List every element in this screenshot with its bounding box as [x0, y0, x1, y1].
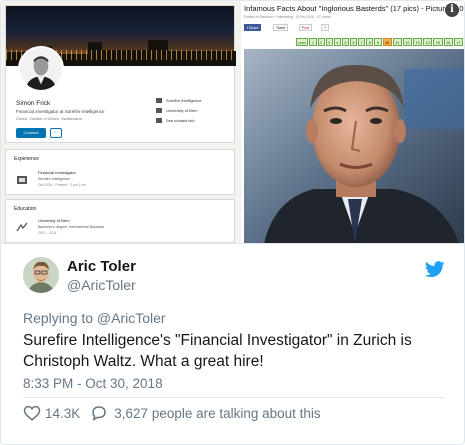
profile-screenshot: Simon Frick Financial Investigator at Su…: [1, 1, 241, 243]
article-screenshot: Infamous Facts About "Inglorious Basterd…: [241, 1, 464, 243]
pager-item: 17: [453, 38, 464, 46]
pager-item: 6: [350, 38, 358, 46]
heart-icon[interactable]: [23, 404, 41, 422]
author-handle[interactable]: @AricToler: [67, 277, 136, 293]
tweet-text: Surefire Intelligence's "Financial Inves…: [23, 332, 412, 370]
pager-item: 2: [317, 38, 325, 46]
pager-item: 14: [423, 38, 433, 46]
author-name[interactable]: Aric Toler: [67, 258, 136, 275]
waltz-photo: [244, 49, 464, 243]
article-title: Infamous Facts About "Inglorious Basterd…: [244, 4, 464, 13]
company-logo-icon: [17, 176, 27, 184]
plus-button: +: [321, 24, 330, 31]
divider: [23, 397, 445, 398]
like-count[interactable]: 14.3K: [45, 406, 80, 421]
pager-item: 12: [402, 38, 412, 46]
conversation-count[interactable]: 3,627 people are talking about this: [114, 406, 320, 421]
side-item-school: University of Bern: [156, 108, 198, 114]
article-meta: Posted in Random + Interesting · 8 Feb 2…: [244, 15, 331, 19]
tweet-card: Simon Frick Financial Investigator at Su…: [0, 0, 465, 445]
pager-item: 1: [309, 38, 317, 46]
gallery-pager: prev1234567891011121314151617next: [296, 38, 464, 46]
profile-headline: Financial Investigator at Surefire Intel…: [16, 109, 105, 114]
pin-button: Post: [299, 24, 313, 31]
profile-name: Simon Frick: [16, 100, 51, 107]
pager-item: 5: [341, 38, 350, 46]
profile-photo: [18, 46, 64, 92]
info-icon[interactable]: i: [445, 3, 459, 17]
pager-item: 10: [382, 38, 392, 46]
pager-item: 4: [333, 38, 341, 46]
pager-item: prev: [296, 38, 309, 46]
more-button: ...: [50, 128, 62, 138]
reply-bubble-icon[interactable]: [90, 404, 108, 422]
experience-section: Experience Financial Investigator Surefi…: [5, 149, 235, 195]
tweet-actions: 14.3K 3,627 people are talking about thi…: [23, 404, 321, 422]
pager-item: 13: [412, 38, 423, 46]
connect-button: Connect: [16, 128, 46, 138]
profile-card: Simon Frick Financial Investigator at Su…: [5, 5, 236, 143]
tweet-share-button: Tweet: [273, 24, 289, 31]
twitter-bird-icon[interactable]: [425, 261, 445, 278]
profile-location: Zürich, Canton of Zürich, Switzerland: [16, 116, 82, 121]
pager-item: 16: [443, 38, 453, 46]
share-button: f Share: [244, 24, 262, 31]
side-item-company: Surefire Intelligence: [156, 98, 201, 104]
author-avatar[interactable]: [23, 257, 59, 293]
education-section: Education University of Bern Bachelor's …: [5, 199, 235, 243]
school-logo-icon: [16, 222, 28, 232]
pager-item: 8: [366, 38, 374, 46]
pager-item: 9: [374, 38, 382, 46]
pager-item: 7: [358, 38, 366, 46]
pager-item: 15: [433, 38, 443, 46]
pager-item: 11: [392, 38, 402, 46]
side-item-contact: See contact info: [156, 118, 195, 124]
tweet-media-image[interactable]: Simon Frick Financial Investigator at Su…: [1, 1, 464, 244]
tweet-timestamp[interactable]: 8:33 PM - Oct 30, 2018: [23, 376, 163, 391]
reply-to-label[interactable]: Replying to @AricToler: [23, 310, 166, 326]
pager-item: 3: [325, 38, 333, 46]
